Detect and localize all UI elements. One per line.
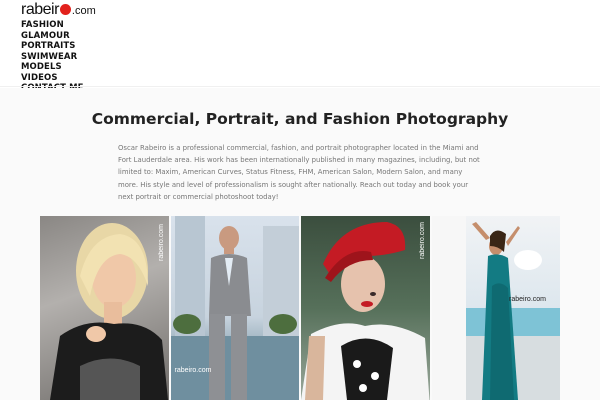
woman-teal-dress-illustration — [431, 216, 560, 400]
watermark: rabeiro.com — [418, 222, 426, 259]
intro-paragraph: Oscar Rabeiro is a professional commerci… — [118, 144, 480, 201]
gallery-photo-woman-teal-dress[interactable]: rabeiro.com — [431, 216, 560, 400]
watermark: rabeiro.com — [174, 367, 212, 374]
gallery-photo-man-in-suit[interactable]: rabeiro.com — [170, 216, 299, 400]
gallery-photo-blonde-woman[interactable]: rabeiro.com — [40, 216, 169, 400]
watermark: rabeiro.com — [157, 224, 165, 261]
nav-item-fashion: FASHION — [21, 17, 84, 30]
logo-word: rabeir — [21, 1, 59, 18]
nav-item-portraits: PORTRAITS — [21, 38, 84, 51]
nav-item-glamour: GLAMOUR — [21, 28, 84, 41]
site-header: rabeir .com FASHION GLAMOUR PORTRAITS SW… — [0, 0, 600, 93]
nav-item-videos: VIDEOS — [21, 70, 84, 83]
header-divider — [0, 86, 600, 87]
page-title: Commercial, Portrait, and Fashion Photog… — [91, 110, 509, 128]
logo-red-dot — [59, 4, 71, 15]
photo-gallery: rabeiro.com rabeiro.com rabeiro.com rabe… — [40, 216, 560, 400]
main-nav: FASHION GLAMOUR PORTRAITS SWIMWEAR MODEL… — [21, 17, 84, 93]
watermark: rabeiro.com — [509, 296, 546, 303]
site-logo[interactable]: rabeir .com — [21, 2, 96, 18]
woman-red-hat-illustration — [301, 222, 430, 400]
blonde-woman-illustration — [50, 223, 168, 400]
main-content: Commercial, Portrait, and Fashion Photog… — [0, 88, 600, 400]
nav-item-swimwear: SWIMWEAR — [21, 49, 84, 62]
gallery-photo-woman-red-hat[interactable]: rabeiro.com — [301, 216, 430, 400]
